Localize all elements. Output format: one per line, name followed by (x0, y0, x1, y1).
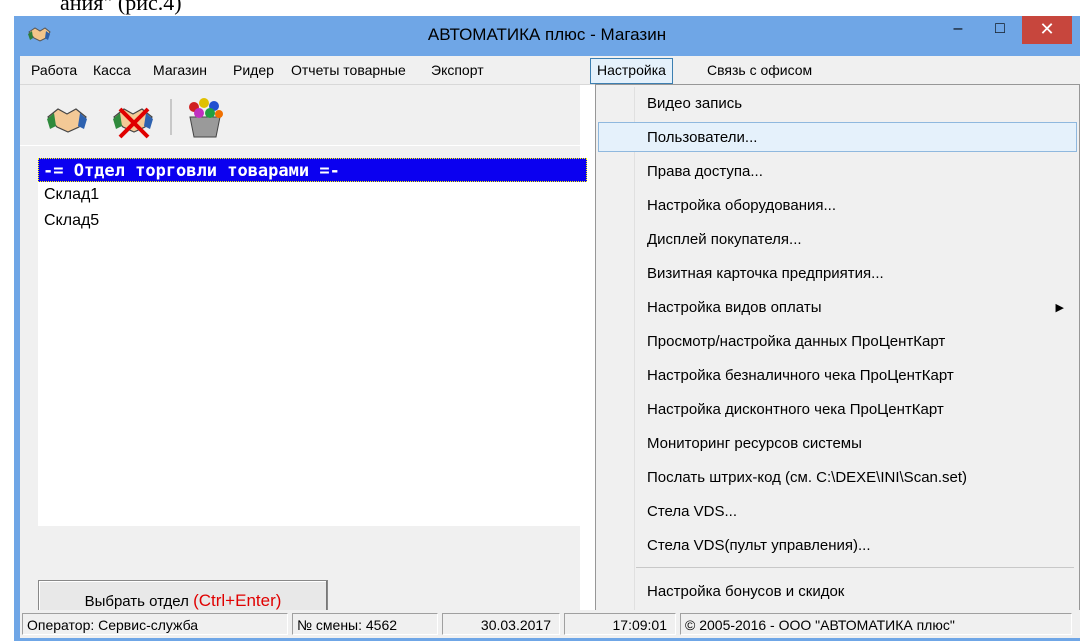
menu-svyaz[interactable]: Связь с офисом (700, 60, 819, 82)
menu-item-customer-display[interactable]: Дисплей покупателя... (598, 224, 1077, 254)
menu-item-equipment[interactable]: Настройка оборудования... (598, 190, 1077, 220)
handshake-cancel-icon[interactable] (110, 95, 156, 141)
list-item-selected[interactable]: -= Отдел торговли товарами =- (38, 158, 587, 182)
flower-basket-icon[interactable] (182, 95, 228, 141)
department-panel: -= Отдел торговли товарами =- Склад1 Скл… (20, 146, 593, 635)
menu-kassa[interactable]: Касса (86, 60, 138, 82)
window-client-area: Работа Касса Магазин Ридер Отчеты товарн… (20, 56, 1080, 635)
toolbar (20, 85, 580, 145)
menu-item-stela-vds-remote[interactable]: Стела VDS(пульт управления)... (598, 530, 1077, 560)
select-button-label: Выбрать отдел (84, 593, 194, 610)
menu-eksport[interactable]: Экспорт (424, 60, 491, 82)
status-shift: № смены: 4562 (292, 613, 438, 635)
status-copyright: © 2005-2016 - ООО "АВТОМАТИКА плюс" (680, 613, 1072, 635)
status-time: 17:09:01 (564, 613, 676, 635)
list-item[interactable]: Склад5 (38, 209, 99, 233)
title-bar[interactable]: АВТОМАТИКА плюс - Магазин – □ ✕ (14, 16, 1080, 56)
status-operator: Оператор: Сервис-служба (22, 613, 288, 635)
menu-bar: Работа Касса Магазин Ридер Отчеты товарн… (20, 56, 1080, 85)
department-list[interactable]: -= Отдел торговли товарами =- Склад1 Скл… (38, 158, 593, 526)
handshake-icon[interactable] (44, 95, 90, 141)
status-bar: Оператор: Сервис-служба № смены: 4562 30… (20, 610, 1080, 638)
menu-item-business-card[interactable]: Визитная карточка предприятия... (598, 258, 1077, 288)
window-title: АВТОМАТИКА плюс - Магазин (427, 25, 667, 44)
status-date: 30.03.2017 (442, 613, 560, 635)
menu-item-bonuses[interactable]: Настройка бонусов и скидок (598, 576, 1077, 606)
menu-otchety[interactable]: Отчеты товарные (284, 60, 413, 82)
minimize-button[interactable]: – (938, 16, 978, 44)
close-button[interactable]: ✕ (1022, 16, 1072, 44)
menu-item-stela-vds[interactable]: Стела VDS... (598, 496, 1077, 526)
maximize-button[interactable]: □ (980, 16, 1020, 44)
document-caption-fragment: ания" (рис.4) (60, 0, 182, 15)
list-item[interactable]: Склад1 (38, 183, 99, 207)
menu-rider[interactable]: Ридер (226, 60, 281, 82)
menu-separator (636, 567, 1074, 568)
menu-item-resource-monitor[interactable]: Мониторинг ресурсов системы (598, 428, 1077, 458)
menu-item-access-rights[interactable]: Права доступа... (598, 156, 1077, 186)
select-button-hotkey: (Ctrl+Enter) (193, 591, 282, 610)
menu-item-users[interactable]: Пользователи... (598, 122, 1077, 152)
menu-magazin[interactable]: Магазин (146, 60, 214, 82)
settings-dropdown-menu: Видео запись Пользователи... Права досту… (595, 84, 1080, 620)
menu-item-discount-receipt[interactable]: Настройка дисконтного чека ПроЦентКарт (598, 394, 1077, 424)
menu-item-procentcard-data[interactable]: Просмотр/настройка данных ПроЦентКарт (598, 326, 1077, 356)
menu-item-send-barcode[interactable]: Послать штрих-код (см. C:\DEXE\INI\Scan.… (598, 462, 1077, 492)
toolbar-separator (170, 99, 172, 135)
menu-item-cashless-receipt[interactable]: Настройка безналичного чека ПроЦентКарт (598, 360, 1077, 390)
menu-item-video[interactable]: Видео запись (598, 88, 1077, 118)
menu-rabota[interactable]: Работа (24, 60, 84, 82)
menu-item-payment-types-label: Настройка видов оплаты (647, 299, 822, 316)
menu-nastroyka[interactable]: Настройка (590, 58, 673, 84)
menu-item-payment-types[interactable]: Настройка видов оплаты ▶ (598, 292, 1077, 322)
app-window: АВТОМАТИКА плюс - Магазин – □ ✕ Работа К… (14, 16, 1080, 641)
submenu-arrow-icon: ▶ (1055, 302, 1064, 314)
